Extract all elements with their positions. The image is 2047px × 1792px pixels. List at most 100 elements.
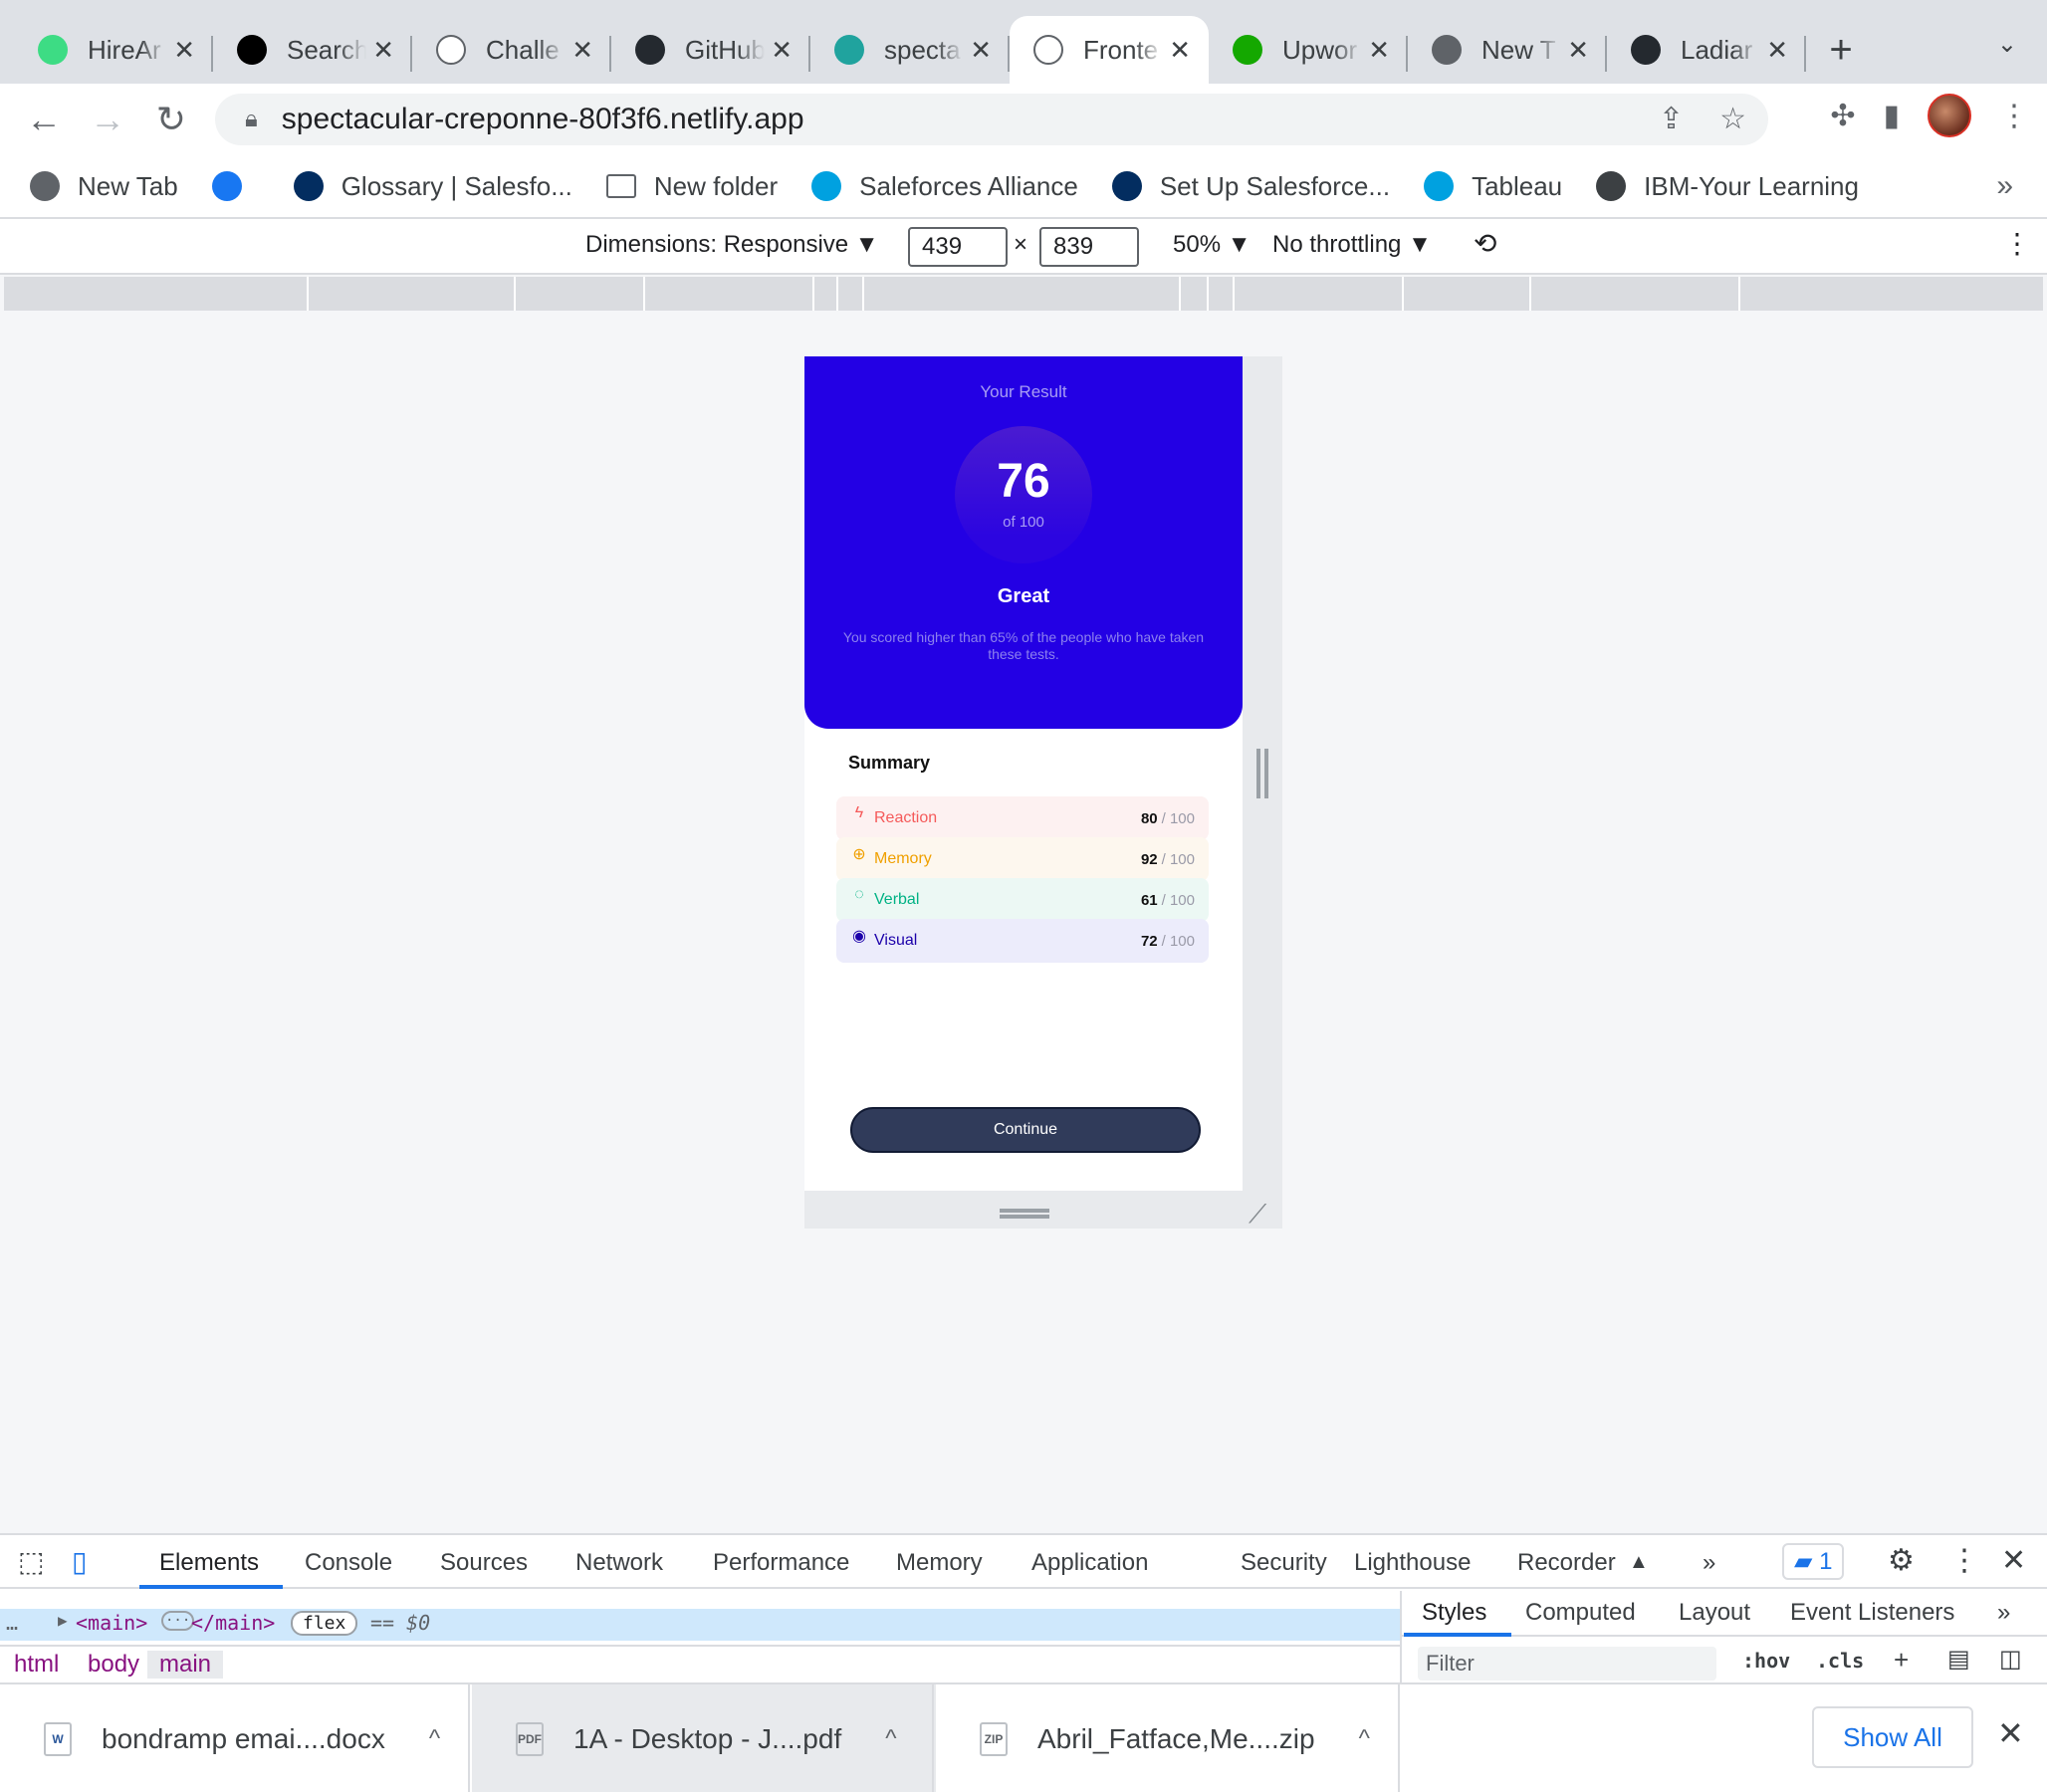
- download-item[interactable]: ZIP Abril_Fatface,Me....zip ^: [936, 1684, 1400, 1792]
- url-text: spectacular-creponne-80f3f6.netlify.app: [281, 103, 804, 135]
- tab-close-icon[interactable]: ✕: [173, 35, 195, 66]
- devtools-tab-memory[interactable]: Memory: [896, 1549, 983, 1577]
- download-item[interactable]: PDF 1A - Desktop - J....pdf ^: [472, 1684, 936, 1792]
- browser-tab[interactable]: Fronte ✕: [1010, 16, 1209, 84]
- devtools-tab-elements[interactable]: Elements: [159, 1549, 259, 1577]
- selected-dom-node[interactable]: … ▶ <main> ··· </main> flex == $0: [0, 1609, 1400, 1641]
- lock-icon[interactable]: 🔒︎: [245, 106, 258, 133]
- forward-icon[interactable]: →: [76, 88, 139, 151]
- styles-more-icon[interactable]: »: [1997, 1599, 2010, 1627]
- browser-tab[interactable]: Upwor ✕: [1209, 16, 1408, 84]
- show-all-button[interactable]: Show All: [1812, 1706, 1973, 1768]
- styles-tab-layout[interactable]: Layout: [1679, 1599, 1750, 1627]
- resize-handle-right[interactable]: [1256, 749, 1260, 798]
- devtools-tab-recorder[interactable]: Recorder: [1517, 1549, 1616, 1577]
- issues-badge[interactable]: ▰ 1: [1782, 1543, 1845, 1580]
- styles-tab-computed[interactable]: Computed: [1525, 1599, 1636, 1627]
- download-options-icon[interactable]: ^: [429, 1725, 440, 1753]
- download-options-icon[interactable]: ^: [1359, 1725, 1370, 1753]
- download-item[interactable]: Wbondramp emai....docx ^: [0, 1684, 464, 1792]
- width-input[interactable]: 439: [908, 227, 1008, 267]
- throttling-select[interactable]: No throttling ▼: [1272, 231, 1432, 259]
- continue-button[interactable]: Continue: [850, 1107, 1201, 1153]
- bookmark-item[interactable]: New Tab: [30, 171, 178, 202]
- bookmark-star-icon[interactable]: ☆: [1719, 102, 1746, 136]
- bookmark-item[interactable]: Tableau: [1424, 171, 1562, 202]
- close-devtools-icon[interactable]: ✕: [2001, 1543, 2026, 1578]
- tab-close-icon[interactable]: ✕: [771, 35, 793, 66]
- styles-tab-event-listeners[interactable]: Event Listeners: [1790, 1599, 1954, 1627]
- devtools-tab-lighthouse[interactable]: Lighthouse: [1354, 1549, 1471, 1577]
- extensions-puzzle-icon[interactable]: ✣: [1830, 99, 1855, 133]
- tab-search-icon[interactable]: ⌄: [1997, 30, 2017, 59]
- devtools-tab-network[interactable]: Network: [575, 1549, 663, 1577]
- inspect-element-icon[interactable]: ⬚: [18, 1545, 44, 1578]
- flex-badge[interactable]: flex: [291, 1611, 358, 1636]
- bookmark-item[interactable]: New folder: [605, 170, 779, 202]
- tab-close-icon[interactable]: ✕: [1368, 35, 1390, 66]
- address-bar[interactable]: 🔒︎ spectacular-creponne-80f3f6.netlify.a…: [215, 94, 1768, 145]
- zoom-select[interactable]: 50% ▼: [1173, 231, 1251, 259]
- device-toolbar-menu-icon[interactable]: ⋮: [2003, 227, 2031, 260]
- devtools-tab-application[interactable]: Application: [1031, 1549, 1148, 1577]
- rotate-icon[interactable]: ⟲: [1474, 227, 1496, 260]
- reload-icon[interactable]: ↻: [139, 88, 203, 151]
- device-toggle-icon[interactable]: ▯: [72, 1545, 87, 1578]
- styles-filter-input[interactable]: Filter: [1418, 1647, 1716, 1680]
- side-panel-icon[interactable]: ▮: [1883, 99, 1900, 133]
- height-input[interactable]: 839: [1039, 227, 1139, 267]
- devtools-tab-console[interactable]: Console: [305, 1549, 392, 1577]
- new-tab-button[interactable]: +: [1806, 16, 1876, 84]
- devtools-menu-icon[interactable]: ⋮: [1949, 1543, 1979, 1578]
- collapsed-children[interactable]: ···: [161, 1611, 195, 1631]
- bookmark-item[interactable]: IBM-Your Learning: [1596, 171, 1859, 202]
- breadcrumb-body[interactable]: body: [88, 1651, 139, 1679]
- browser-tab[interactable]: HireAr ✕: [14, 16, 213, 84]
- share-icon[interactable]: ⇪: [1659, 102, 1684, 136]
- devtools-tab-performance[interactable]: Performance: [713, 1549, 849, 1577]
- browser-tab[interactable]: Search ✕: [213, 16, 412, 84]
- breadcrumb-html[interactable]: html: [14, 1651, 59, 1679]
- tab-close-icon[interactable]: ✕: [571, 35, 593, 66]
- download-separator: [1398, 1684, 1400, 1792]
- bookmark-item[interactable]: [211, 171, 260, 201]
- browser-tab[interactable]: New T ✕: [1408, 16, 1607, 84]
- styles-tab-styles[interactable]: Styles: [1422, 1599, 1486, 1627]
- tab-close-icon[interactable]: ✕: [1766, 35, 1788, 66]
- class-toggle[interactable]: .cls: [1816, 1649, 1864, 1673]
- styles-tab-bar: Styles Computed Layout Event Listeners »: [1402, 1591, 2047, 1637]
- tab-close-icon[interactable]: ✕: [1567, 35, 1589, 66]
- profile-avatar[interactable]: [1928, 94, 1971, 137]
- toggle-sidebar-icon[interactable]: ◫: [1999, 1645, 2022, 1674]
- new-rule-icon[interactable]: +: [1894, 1645, 1909, 1676]
- tab-close-icon[interactable]: ✕: [372, 35, 394, 66]
- computed-styles-icon[interactable]: ▤: [1947, 1645, 1970, 1674]
- bookmark-item[interactable]: Set Up Salesforce...: [1111, 171, 1390, 202]
- resize-corner-icon[interactable]: ⟋: [1249, 1199, 1266, 1231]
- browser-tab[interactable]: Ladiar ✕: [1607, 16, 1806, 84]
- more-tabs-icon[interactable]: »: [1703, 1549, 1715, 1577]
- bookmark-label: New folder: [653, 170, 779, 201]
- bookmark-item[interactable]: Glossary | Salesfo...: [293, 171, 572, 202]
- devtools-tab-sources[interactable]: Sources: [440, 1549, 528, 1577]
- hover-state-toggle[interactable]: :hov: [1742, 1649, 1790, 1673]
- resize-handle-bottom[interactable]: [1000, 1209, 1049, 1213]
- device-resize-frame-right[interactable]: [1243, 356, 1282, 1229]
- devtools-tab-security[interactable]: Security: [1241, 1549, 1327, 1577]
- tab-close-icon[interactable]: ✕: [970, 35, 992, 66]
- back-icon[interactable]: ←: [12, 88, 76, 151]
- settings-gear-icon[interactable]: ⚙: [1888, 1543, 1915, 1578]
- bookmarks-overflow-icon[interactable]: »: [1996, 169, 2013, 203]
- browser-tab[interactable]: Challe ✕: [412, 16, 611, 84]
- media-query-ruler[interactable]: [4, 277, 2043, 311]
- tab-close-icon[interactable]: ✕: [1169, 35, 1191, 66]
- close-downloads-icon[interactable]: ✕: [1997, 1714, 2024, 1752]
- chrome-menu-icon[interactable]: ⋮: [1999, 99, 2029, 133]
- expand-triangle-icon[interactable]: ▶: [58, 1611, 68, 1630]
- download-options-icon[interactable]: ^: [885, 1725, 896, 1753]
- browser-tab[interactable]: GitHub ✕: [611, 16, 810, 84]
- breadcrumb-main[interactable]: main: [147, 1651, 224, 1679]
- bookmark-item[interactable]: Saleforces Alliance: [811, 171, 1078, 202]
- dimensions-select[interactable]: Dimensions: Responsive ▼: [585, 231, 879, 259]
- browser-tab[interactable]: specta ✕: [810, 16, 1010, 84]
